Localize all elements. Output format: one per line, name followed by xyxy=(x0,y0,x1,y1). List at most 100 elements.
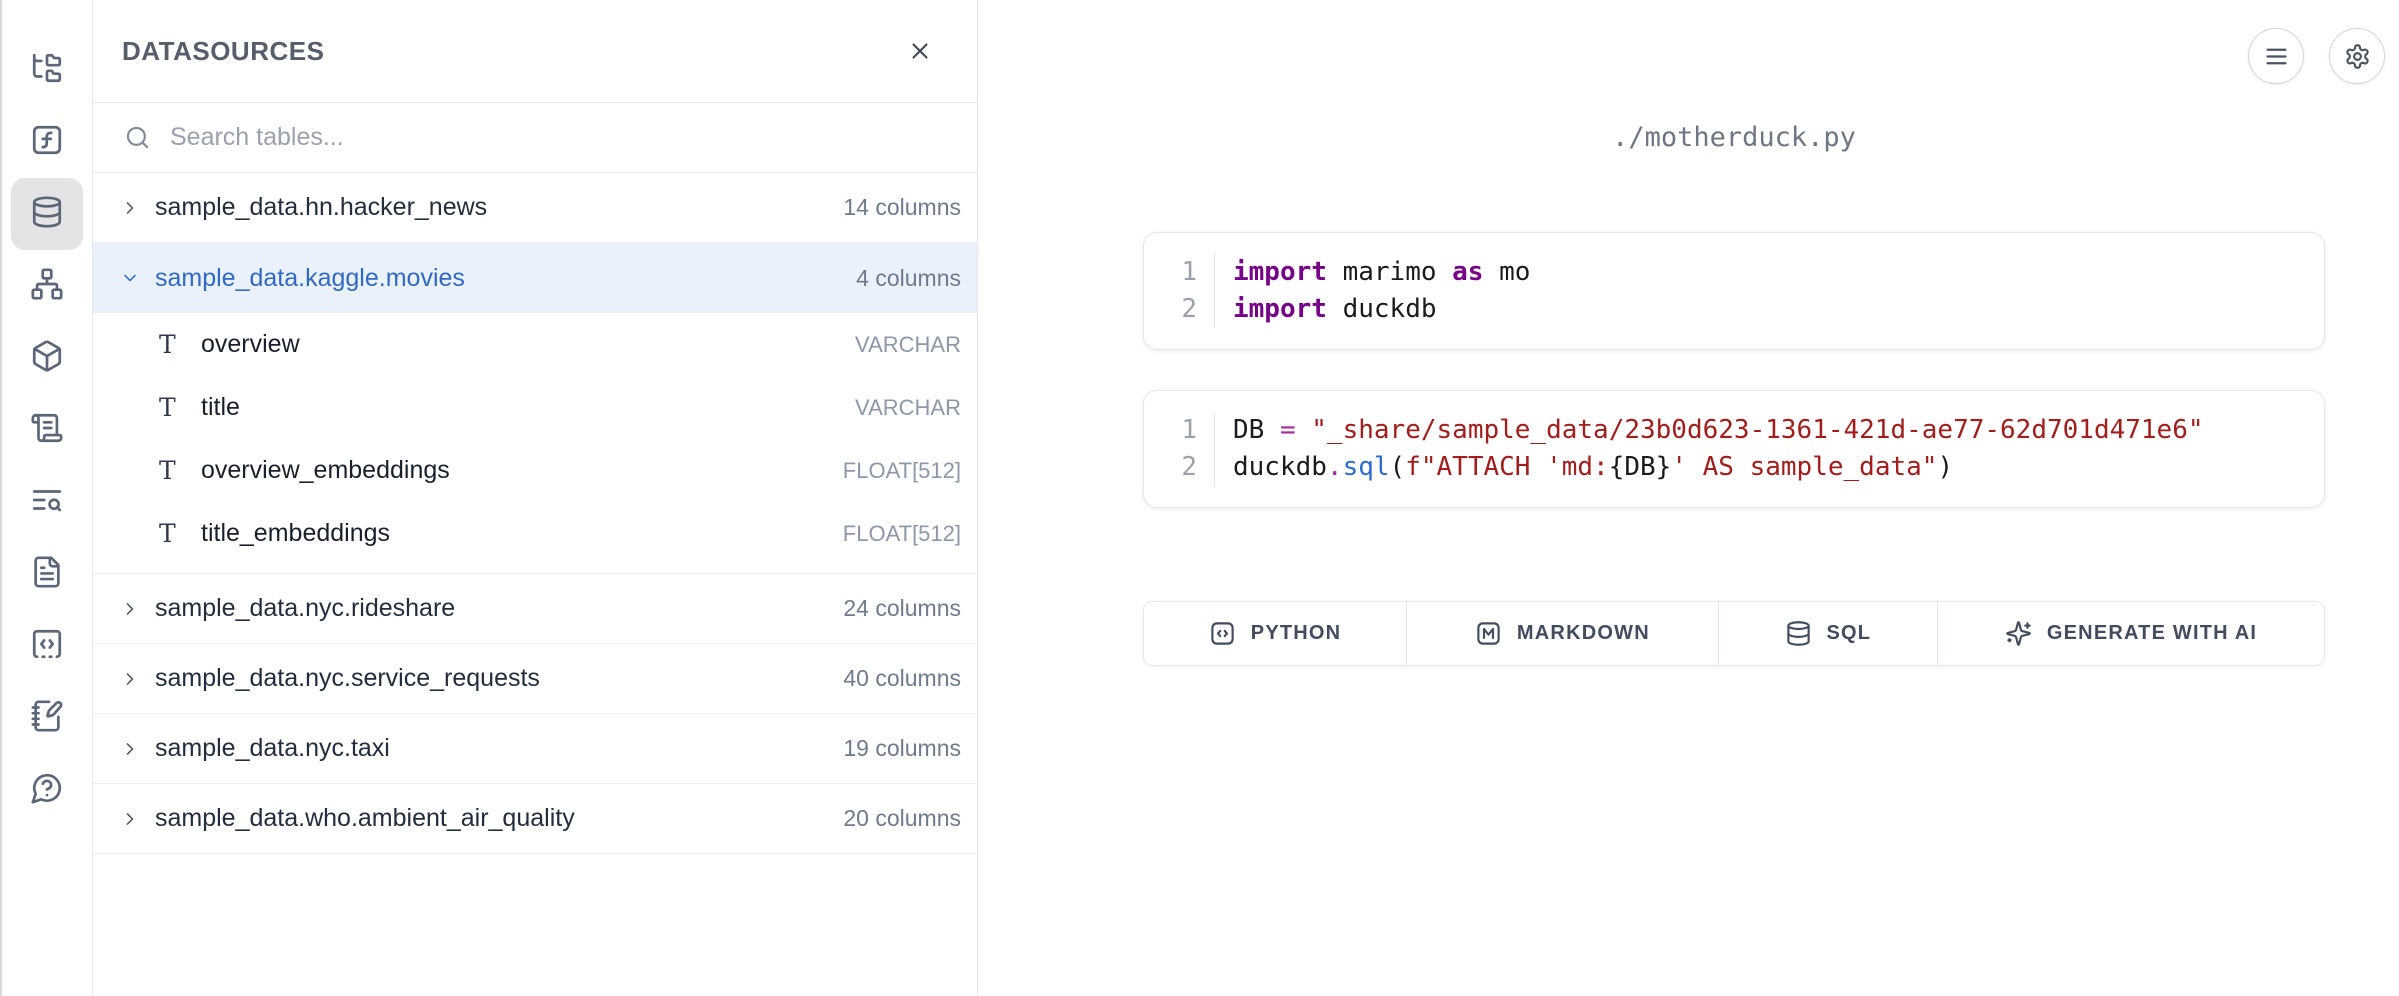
column-name: title xyxy=(201,393,240,422)
generate-with-ai-button[interactable]: GENERATE WITH AI xyxy=(1938,602,2324,665)
database-icon xyxy=(30,195,64,234)
chevron-right-icon xyxy=(120,198,140,218)
add-cell-bar: PYTHON MARKDOWN SQL GENERATE WITH AI xyxy=(1143,601,2325,666)
close-panel-button[interactable] xyxy=(907,38,933,64)
code-line[interactable]: import duckdb xyxy=(1214,291,1437,328)
add-sql-cell-button[interactable]: SQL xyxy=(1719,602,1938,665)
column-name: title_embeddings xyxy=(201,519,390,548)
table-name: sample_data.kaggle.movies xyxy=(155,264,465,293)
notebook-pen-icon xyxy=(30,699,64,738)
m-square-icon xyxy=(1475,620,1502,647)
table-row[interactable]: sample_data.who.ambient_air_quality 20 c… xyxy=(93,784,977,854)
close-icon xyxy=(907,38,933,64)
table-column-count: 24 columns xyxy=(843,595,961,622)
sidebar-item-logs[interactable] xyxy=(11,394,83,466)
table-row[interactable]: sample_data.nyc.service_requests 40 colu… xyxy=(93,644,977,714)
sidebar-item-variables[interactable] xyxy=(11,106,83,178)
line-number: 1 xyxy=(1144,254,1214,291)
table-row[interactable]: sample_data.nyc.rideshare 24 columns xyxy=(93,574,977,644)
text-search-icon xyxy=(30,483,64,522)
code-square-icon xyxy=(1209,620,1236,647)
varchar-type-icon: T xyxy=(159,456,183,485)
chevron-down-icon xyxy=(120,268,140,288)
chevron-right-icon xyxy=(120,739,140,759)
folder-tree-icon xyxy=(30,51,64,90)
code-cell[interactable]: 1 DB = "_share/sample_data/23b0d623-1361… xyxy=(1143,390,2325,508)
menu-icon xyxy=(2263,43,2290,70)
table-column-count: 14 columns xyxy=(843,194,961,221)
database-icon xyxy=(1785,620,1812,647)
table-name: sample_data.nyc.rideshare xyxy=(155,594,455,623)
table-name: sample_data.hn.hacker_news xyxy=(155,193,487,222)
sidebar-item-scratchpad[interactable] xyxy=(11,682,83,754)
table-name: sample_data.nyc.service_requests xyxy=(155,664,540,693)
chevron-right-icon xyxy=(120,599,140,619)
column-row[interactable]: T title_embeddings FLOAT[512] xyxy=(93,502,977,565)
column-name: overview_embeddings xyxy=(201,456,450,485)
network-icon xyxy=(30,267,64,306)
datasources-panel: DATASOURCES sample_data.hn.hacker_news 1… xyxy=(93,0,978,996)
settings-button[interactable] xyxy=(2329,28,2385,84)
column-type: FLOAT[512] xyxy=(843,521,961,547)
scroll-text-icon xyxy=(30,411,64,450)
table-row-selected[interactable]: sample_data.kaggle.movies 4 columns xyxy=(93,243,977,313)
line-number: 2 xyxy=(1144,291,1214,328)
table-row[interactable]: sample_data.nyc.taxi 19 columns xyxy=(93,714,977,784)
panel-title: DATASOURCES xyxy=(122,36,324,67)
code-line[interactable]: DB = "_share/sample_data/23b0d623-1361-4… xyxy=(1214,412,2204,449)
box-icon xyxy=(30,339,64,378)
table-name: sample_data.nyc.taxi xyxy=(155,734,390,763)
sidebar-item-files[interactable] xyxy=(11,34,83,106)
table-column-count: 4 columns xyxy=(856,265,961,292)
sidebar-item-packages[interactable] xyxy=(11,322,83,394)
sidebar-item-help[interactable] xyxy=(11,754,83,826)
function-square-icon xyxy=(30,123,64,162)
column-name: overview xyxy=(201,330,300,359)
notebook-menu-button[interactable] xyxy=(2248,28,2304,84)
chevron-right-icon xyxy=(120,809,140,829)
datasources-panel-header: DATASOURCES xyxy=(93,0,977,103)
sidebar-item-outline-search[interactable] xyxy=(11,466,83,538)
tables-list: sample_data.hn.hacker_news 14 columns sa… xyxy=(93,173,977,996)
sidebar-item-documentation[interactable] xyxy=(11,538,83,610)
cells-column: ./motherduck.py 1 import marimo as mo 2 … xyxy=(1143,0,2325,666)
column-row[interactable]: T overview_embeddings FLOAT[512] xyxy=(93,439,977,502)
sidebar-item-snippets[interactable] xyxy=(11,610,83,682)
varchar-type-icon: T xyxy=(159,330,183,359)
search-icon xyxy=(124,124,151,151)
notebook-filename[interactable]: ./motherduck.py xyxy=(1143,118,2325,158)
column-type: FLOAT[512] xyxy=(843,458,961,484)
table-column-count: 40 columns xyxy=(843,665,961,692)
sparkles-icon xyxy=(2005,620,2032,647)
column-type: VARCHAR xyxy=(855,332,961,358)
app-window: DATASOURCES sample_data.hn.hacker_news 1… xyxy=(0,0,2399,996)
code-square-dashed-icon xyxy=(30,627,64,666)
table-column-count: 20 columns xyxy=(843,805,961,832)
sidebar-item-datasources[interactable] xyxy=(11,178,83,250)
help-bubble-icon xyxy=(30,771,64,810)
line-number: 1 xyxy=(1144,412,1214,449)
varchar-type-icon: T xyxy=(159,393,183,422)
line-number: 2 xyxy=(1144,449,1214,486)
table-search-bar xyxy=(93,103,977,173)
chevron-right-icon xyxy=(120,669,140,689)
table-column-count: 19 columns xyxy=(843,735,961,762)
code-line[interactable]: duckdb.sql(f"ATTACH 'md:{DB}' AS sample_… xyxy=(1214,449,1953,486)
table-row[interactable]: sample_data.hn.hacker_news 14 columns xyxy=(93,173,977,243)
notebook-area: ./motherduck.py 1 import marimo as mo 2 … xyxy=(978,0,2399,996)
settings-gear-icon xyxy=(2344,43,2371,70)
column-row[interactable]: T title VARCHAR xyxy=(93,376,977,439)
sidebar-item-dependencies[interactable] xyxy=(11,250,83,322)
column-list: T overview VARCHAR T title VARCHAR T ove… xyxy=(93,313,977,574)
left-icon-sidebar xyxy=(0,0,93,996)
file-text-icon xyxy=(30,555,64,594)
add-markdown-cell-button[interactable]: MARKDOWN xyxy=(1407,602,1719,665)
column-row[interactable]: T overview VARCHAR xyxy=(93,313,977,376)
code-cell[interactable]: 1 import marimo as mo 2 import duckdb xyxy=(1143,232,2325,350)
table-name: sample_data.who.ambient_air_quality xyxy=(155,804,575,833)
search-input[interactable] xyxy=(170,123,957,152)
notebook-header-actions xyxy=(2248,28,2385,84)
add-python-cell-button[interactable]: PYTHON xyxy=(1144,602,1407,665)
code-line[interactable]: import marimo as mo xyxy=(1214,254,1530,291)
varchar-type-icon: T xyxy=(159,519,183,548)
